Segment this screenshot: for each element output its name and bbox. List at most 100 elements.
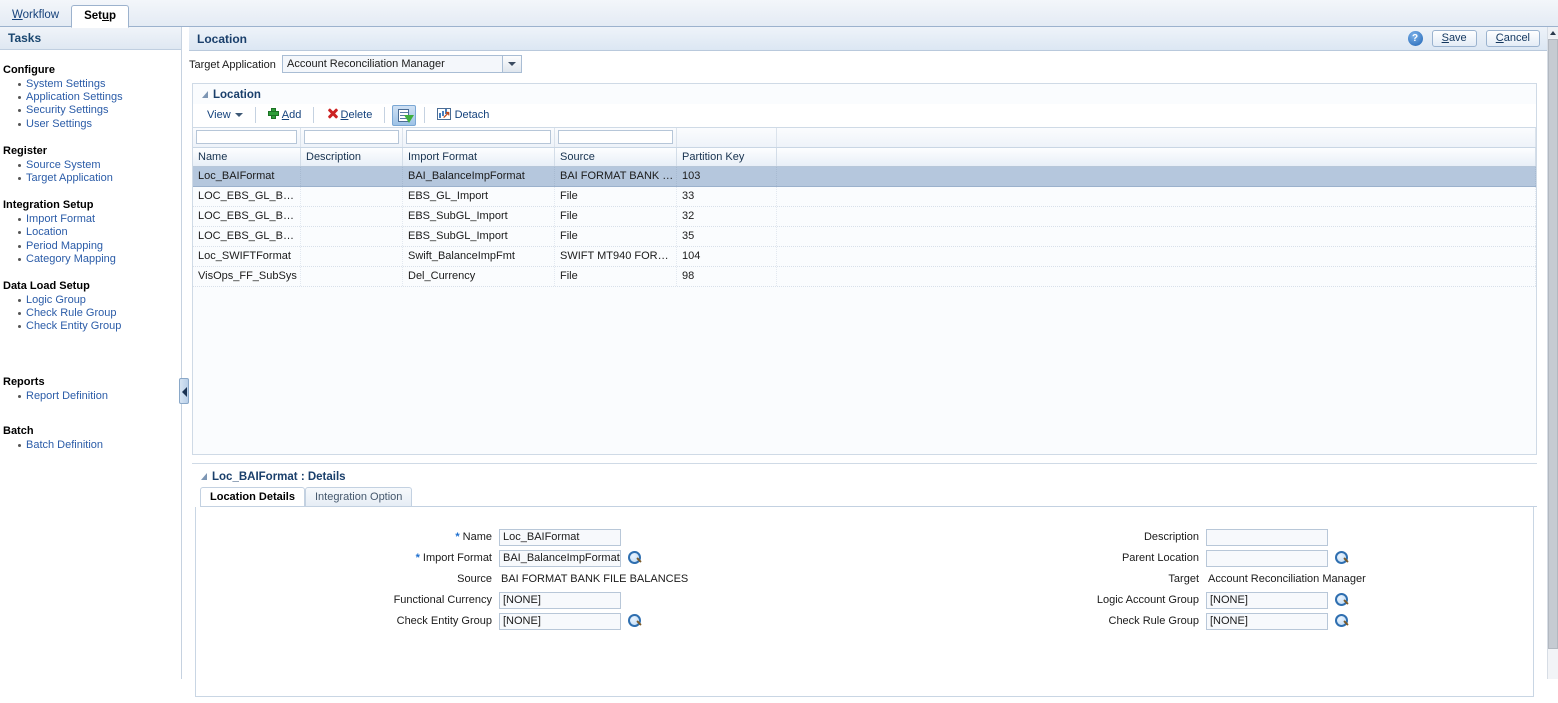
search-icon[interactable] bbox=[1335, 593, 1349, 607]
sidebar-item-check-entity-group[interactable]: Check Entity Group bbox=[26, 320, 121, 332]
search-icon[interactable] bbox=[1335, 551, 1349, 565]
check-entity-group-field[interactable]: [NONE] bbox=[499, 613, 621, 630]
query-by-example-icon[interactable] bbox=[392, 105, 417, 126]
add-button[interactable]: Add bbox=[261, 104, 309, 126]
sidebar-item-security-settings[interactable]: Security Settings bbox=[26, 104, 109, 116]
list-item: Check Entity Group bbox=[18, 320, 181, 333]
list-item: Source System bbox=[18, 159, 181, 172]
cell-source: File bbox=[555, 207, 677, 226]
search-icon[interactable] bbox=[628, 614, 642, 628]
tab-workflow[interactable]: Workflow bbox=[0, 5, 71, 27]
scrollbar-thumb[interactable] bbox=[1548, 39, 1558, 649]
table-row[interactable]: LOC_EBS_GL_BSH... EBS_GL_Import File 33 bbox=[193, 187, 1536, 207]
target-application-select[interactable]: Account Reconciliation Manager bbox=[282, 55, 522, 73]
main-content: Location ? Save Cancel Target Applicatio… bbox=[189, 27, 1547, 703]
tab-location-details[interactable]: Location Details bbox=[200, 487, 305, 506]
cell-description bbox=[301, 267, 403, 286]
sidebar-group-title: Integration Setup bbox=[3, 199, 94, 212]
column-header-name[interactable]: Name bbox=[193, 148, 301, 166]
cell-name: Loc_SWIFTFormat bbox=[193, 247, 301, 266]
location-panel-title-text: Location bbox=[213, 89, 261, 101]
chevron-down-icon[interactable] bbox=[502, 56, 521, 72]
column-header-source[interactable]: Source bbox=[555, 148, 677, 166]
list-item: Target Application bbox=[18, 172, 181, 185]
field-label: Logic Account Group bbox=[1096, 594, 1199, 606]
page-vertical-scrollbar[interactable] bbox=[1547, 27, 1558, 679]
column-header-import-format[interactable]: Import Format bbox=[403, 148, 555, 166]
search-icon[interactable] bbox=[628, 551, 642, 565]
logic-account-group-field[interactable]: [NONE] bbox=[1206, 592, 1328, 609]
import-format-field[interactable]: BAI_BalanceImpFormat bbox=[499, 550, 621, 567]
cell-extra bbox=[777, 207, 1536, 226]
disclosure-triangle-icon[interactable] bbox=[202, 91, 208, 99]
list-item: User Settings bbox=[18, 118, 181, 131]
help-icon[interactable]: ? bbox=[1407, 31, 1423, 46]
filter-input-import-format[interactable] bbox=[406, 130, 551, 144]
sidebar-item-system-settings[interactable]: System Settings bbox=[26, 78, 105, 90]
parent-location-field[interactable] bbox=[1206, 550, 1328, 567]
sidebar-item-target-application[interactable]: Target Application bbox=[26, 172, 113, 184]
field-import-format: * Import Format BAI_BalanceImpFormat bbox=[196, 550, 856, 571]
field-description: Description bbox=[856, 529, 1516, 550]
list-item: Application Settings bbox=[18, 91, 181, 104]
filter-input-name[interactable] bbox=[196, 130, 297, 144]
sidebar-group-title: Reports bbox=[3, 375, 45, 388]
detach-label: Detach bbox=[454, 109, 490, 121]
table-row[interactable]: LOC_EBS_GL_BSH... EBS_SubGL_Import File … bbox=[193, 227, 1536, 247]
cell-extra bbox=[777, 167, 1536, 186]
field-label: Target bbox=[1168, 573, 1199, 585]
field-label-text: Name bbox=[462, 531, 492, 543]
table-row[interactable]: Loc_BAIFormat BAI_BalanceImpFormat BAI F… bbox=[193, 167, 1536, 187]
sidebar-item-location[interactable]: Location bbox=[26, 226, 68, 238]
sidebar-item-period-mapping[interactable]: Period Mapping bbox=[26, 240, 103, 252]
sidebar-item-logic-group[interactable]: Logic Group bbox=[26, 294, 86, 306]
sidebar-item-check-rule-group[interactable]: Check Rule Group bbox=[26, 307, 117, 319]
search-icon[interactable] bbox=[1335, 614, 1349, 628]
cell-partition-key: 35 bbox=[677, 227, 777, 246]
save-button[interactable]: Save bbox=[1431, 30, 1477, 47]
sidebar-item-application-settings[interactable]: Application Settings bbox=[26, 91, 123, 103]
field-parent-location: Parent Location bbox=[856, 550, 1516, 571]
column-header-description[interactable]: Description bbox=[301, 148, 403, 166]
filter-input-source[interactable] bbox=[558, 130, 673, 144]
sidebar-item-batch-definition[interactable]: Batch Definition bbox=[26, 439, 103, 451]
functional-currency-field[interactable]: [NONE] bbox=[499, 592, 621, 609]
check-rule-group-field[interactable]: [NONE] bbox=[1206, 613, 1328, 630]
sidebar-item-user-settings[interactable]: User Settings bbox=[26, 118, 92, 130]
cancel-button[interactable]: Cancel bbox=[1485, 30, 1540, 47]
filter-input-description[interactable] bbox=[304, 130, 399, 144]
name-field[interactable]: Loc_BAIFormat bbox=[499, 529, 621, 546]
sidebar-item-report-definition[interactable]: Report Definition bbox=[26, 390, 108, 402]
sidebar-item-import-format[interactable]: Import Format bbox=[26, 213, 95, 225]
cell-import-format: Del_Currency bbox=[403, 267, 555, 286]
grid-filter-row bbox=[193, 128, 1536, 148]
view-menu-button[interactable]: View bbox=[200, 104, 250, 126]
sidebar-group-title: Register bbox=[3, 144, 48, 157]
cell-extra bbox=[777, 187, 1536, 206]
disclosure-triangle-icon[interactable] bbox=[201, 473, 207, 481]
delete-button[interactable]: Delete bbox=[320, 104, 380, 126]
tab-integration-option[interactable]: Integration Option bbox=[304, 487, 413, 506]
sidebar-group-title: Configure bbox=[3, 64, 55, 76]
description-field[interactable] bbox=[1206, 529, 1328, 546]
target-application-row: Target Application Account Reconciliatio… bbox=[189, 51, 1547, 80]
cell-name: Loc_BAIFormat bbox=[193, 167, 301, 186]
location-panel-title: Location bbox=[193, 84, 1536, 104]
filter-cell-import-format bbox=[403, 128, 555, 147]
tab-setup[interactable]: Setup bbox=[71, 5, 130, 28]
table-row[interactable]: VisOps_FF_SubSys Del_Currency File 98 bbox=[193, 267, 1536, 287]
scroll-up-arrow-icon[interactable] bbox=[1548, 27, 1558, 38]
cell-source: File bbox=[555, 227, 677, 246]
sidebar-item-source-system[interactable]: Source System bbox=[26, 159, 101, 171]
sidebar-collapse-handle[interactable] bbox=[179, 378, 189, 404]
field-logic-account-group: Logic Account Group [NONE] bbox=[856, 592, 1516, 613]
x-mark-icon bbox=[327, 108, 338, 119]
cell-import-format: EBS_GL_Import bbox=[403, 187, 555, 206]
column-header-partition-key[interactable]: Partition Key bbox=[677, 148, 777, 166]
table-row[interactable]: LOC_EBS_GL_BSH... EBS_SubGL_Import File … bbox=[193, 207, 1536, 227]
sidebar-item-category-mapping[interactable]: Category Mapping bbox=[26, 253, 116, 265]
detach-button[interactable]: Detach bbox=[430, 104, 497, 127]
column-header-extra[interactable] bbox=[777, 148, 1536, 166]
table-row[interactable]: Loc_SWIFTFormat Swift_BalanceImpFmt SWIF… bbox=[193, 247, 1536, 267]
sidebar: Tasks Configure System Settings Applicat… bbox=[0, 27, 182, 679]
